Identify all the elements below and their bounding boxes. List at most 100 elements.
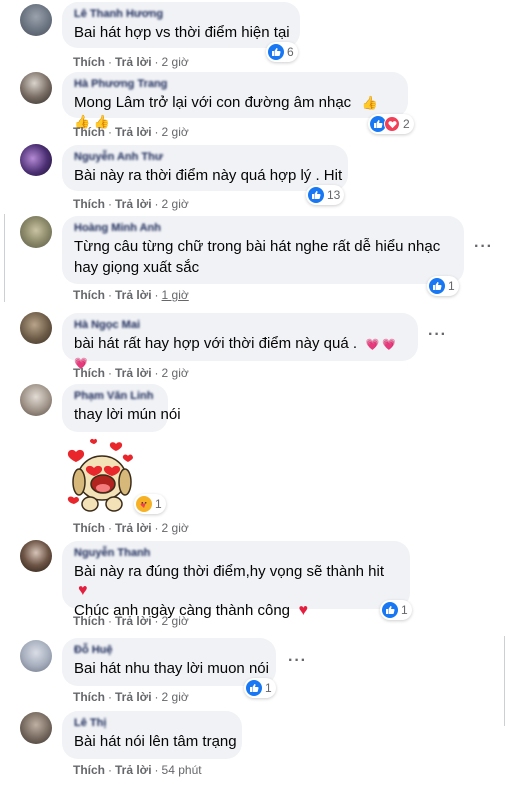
- avatar[interactable]: [20, 712, 52, 744]
- comment-author[interactable]: Hà Ngọc Mai: [74, 319, 406, 331]
- comment-text: Bài hát nói lên tâm trạng: [74, 733, 237, 750]
- like-button[interactable]: Thích: [73, 366, 105, 380]
- comment-author[interactable]: Lê Thị: [74, 717, 230, 729]
- like-icon: [382, 602, 398, 618]
- comment-actions: Thích · Trả lời · 2 giờ: [73, 55, 189, 69]
- separator: ·: [154, 690, 159, 704]
- reaction-summary[interactable]: 1: [380, 600, 412, 620]
- comment-time[interactable]: 2 giờ: [162, 125, 189, 139]
- comment-author[interactable]: Nguyễn Thanh: [74, 547, 398, 559]
- comment-actions: Thích · Trả lời · 54 phút: [73, 763, 202, 777]
- separator: ·: [154, 614, 159, 628]
- separator: ·: [154, 521, 159, 535]
- reply-button[interactable]: Trả lời: [115, 125, 152, 139]
- reaction-summary[interactable]: 1: [427, 276, 459, 296]
- reply-button[interactable]: Trả lời: [115, 763, 152, 777]
- comment-bubble: Hà Phương Trang Mong Lâm trở lại với con…: [62, 72, 408, 129]
- reaction-summary[interactable]: 1: [134, 494, 166, 514]
- separator: ·: [108, 55, 112, 69]
- reply-button[interactable]: Trả lời: [115, 614, 152, 628]
- like-button[interactable]: Thích: [73, 690, 105, 704]
- comment-bubble: Nguyễn Anh Thư Bài này ra thời điểm này …: [62, 145, 348, 191]
- avatar[interactable]: [20, 72, 52, 104]
- comment-time[interactable]: 2 giờ: [162, 614, 189, 628]
- reaction-summary[interactable]: 6: [266, 42, 298, 62]
- comment-author[interactable]: Hoàng Minh Anh: [74, 222, 452, 234]
- separator: ·: [108, 690, 112, 704]
- like-button[interactable]: Thích: [73, 125, 105, 139]
- reply-button[interactable]: Trả lời: [115, 288, 152, 302]
- more-options-icon[interactable]: ···: [288, 652, 307, 670]
- reply-button[interactable]: Trả lời: [115, 55, 152, 69]
- dog-love-sticker[interactable]: [62, 438, 142, 514]
- reaction-count: 1: [265, 681, 272, 695]
- comment-bubble: Phạm Văn Linh thay lời mún nói: [62, 384, 181, 432]
- comment-author[interactable]: Nguyễn Anh Thư: [74, 151, 336, 163]
- comment-time[interactable]: 2 giờ: [162, 690, 189, 704]
- comment-time[interactable]: 1 giờ: [162, 288, 189, 302]
- comment-bubble: Lê Thị Bài hát nói lên tâm trạng: [62, 711, 242, 759]
- reaction-count: 6: [287, 45, 294, 59]
- avatar[interactable]: [20, 4, 52, 36]
- more-options-icon[interactable]: ···: [428, 326, 447, 344]
- comment-text: Bài này ra đúng thời điểm,hy vọng sẽ thà…: [74, 563, 385, 580]
- like-icon: [246, 680, 262, 696]
- comment-text: Bai hát hợp vs thời điểm hiện tại: [74, 24, 290, 41]
- comment-author[interactable]: Phạm Văn Linh: [74, 390, 156, 402]
- heart-emoji: ♥: [298, 602, 308, 619]
- like-button[interactable]: Thích: [73, 288, 105, 302]
- comment-text: thay lời mún nói: [74, 406, 181, 423]
- reply-button[interactable]: Trả lời: [115, 197, 152, 211]
- reply-button[interactable]: Trả lời: [115, 366, 152, 380]
- comment-author[interactable]: Hà Phương Trang: [74, 78, 396, 90]
- comment-actions: Thích · Trả lời · 2 giờ: [73, 125, 189, 139]
- comment-author[interactable]: Đỗ Huệ: [74, 644, 264, 656]
- avatar[interactable]: [20, 144, 52, 176]
- comment-time[interactable]: 2 giờ: [162, 55, 189, 69]
- avatar[interactable]: [20, 384, 52, 416]
- like-button[interactable]: Thích: [73, 614, 105, 628]
- like-button[interactable]: Thích: [73, 197, 105, 211]
- comment-author[interactable]: Lê Thanh Hương: [74, 8, 288, 20]
- avatar[interactable]: [20, 312, 52, 344]
- comment-time[interactable]: 2 giờ: [162, 366, 189, 380]
- like-button[interactable]: Thích: [73, 521, 105, 535]
- like-icon: [268, 44, 284, 60]
- comment-actions: Thích · Trả lời · 2 giờ: [73, 614, 189, 628]
- comment-time[interactable]: 2 giờ: [162, 521, 189, 535]
- reaction-count: 2: [403, 117, 410, 131]
- separator: ·: [108, 197, 112, 211]
- more-options-icon[interactable]: ···: [474, 238, 493, 256]
- separator: ·: [154, 55, 159, 69]
- comment-actions: Thích · Trả lời · 2 giờ: [73, 366, 189, 380]
- separator: ·: [154, 197, 159, 211]
- avatar[interactable]: [20, 640, 52, 672]
- comment-time[interactable]: 2 giờ: [162, 197, 189, 211]
- avatar[interactable]: [20, 540, 52, 572]
- comment-bubble: Lê Thanh Hương Bai hát hợp vs thời điểm …: [62, 2, 300, 48]
- like-button[interactable]: Thích: [73, 55, 105, 69]
- separator: ·: [154, 763, 159, 777]
- comment-bubble: Hà Ngọc Mai bài hát rất hay hợp với thời…: [62, 313, 418, 370]
- reaction-summary[interactable]: 1: [244, 678, 276, 698]
- comment-text: Bai hát nhu thay lời muon nói: [74, 660, 269, 677]
- separator: ·: [154, 366, 159, 380]
- comment-actions: Thích · Trả lời · 2 giờ: [73, 690, 189, 704]
- reaction-summary[interactable]: 2: [368, 114, 414, 134]
- comment-text: Từng câu từng chữ trong bài hát nghe rất…: [74, 238, 441, 255]
- comment-time[interactable]: 54 phút: [162, 763, 202, 777]
- separator: ·: [108, 763, 112, 777]
- comment-text: Mong Lâm trở lại với con đường âm nhạc: [74, 94, 352, 111]
- like-button[interactable]: Thích: [73, 763, 105, 777]
- reaction-count: 1: [448, 279, 455, 293]
- comment-bubble: Hoàng Minh Anh Từng câu từng chữ trong b…: [62, 216, 464, 284]
- reply-button[interactable]: Trả lời: [115, 521, 152, 535]
- like-icon: [308, 187, 324, 203]
- avatar[interactable]: [20, 216, 52, 248]
- reaction-summary[interactable]: 13: [306, 185, 345, 205]
- separator: ·: [108, 521, 112, 535]
- separator: ·: [154, 288, 159, 302]
- thread-line: [504, 636, 505, 726]
- comment-bubble: Đỗ Huệ Bai hát nhu thay lời muon nói: [62, 638, 276, 686]
- reply-button[interactable]: Trả lời: [115, 690, 152, 704]
